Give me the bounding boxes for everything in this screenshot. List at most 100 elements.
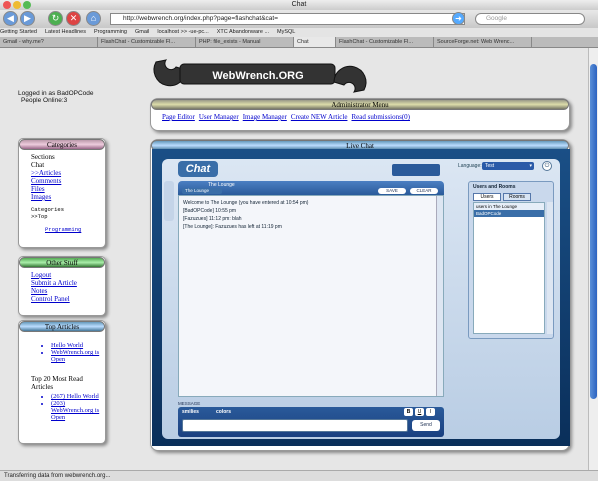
status-bar: Transferring data from webwrench.org... [0, 470, 598, 480]
browser-tab[interactable]: PHP: file_exists - Manual [196, 37, 294, 47]
bookmark-item[interactable]: localhost >> -ue-pc... [157, 29, 208, 35]
chevron-down-icon: ▾ [529, 163, 532, 169]
category-item[interactable]: Files [31, 185, 105, 193]
users-scrollbar[interactable] [547, 202, 553, 334]
browser-tab[interactable]: SourceForge.net: Web Wrenc... [434, 37, 532, 47]
window-titlebar: Chat [0, 0, 598, 10]
category-item[interactable]: Chat [31, 161, 105, 169]
status-text: Transferring data from webwrench.org... [4, 473, 111, 479]
status-display [392, 164, 440, 176]
tab-rooms[interactable]: Rooms [503, 193, 531, 201]
send-button[interactable]: Send [412, 420, 440, 431]
message-label: MESSAGE [178, 401, 201, 406]
browser-tab[interactable]: FlashChat - Customizable Fl... [336, 37, 434, 47]
logged-in-as: Logged in as BadOPCode [18, 90, 94, 97]
tab-bar: Gmail - why.me? FlashChat - Customizable … [0, 37, 598, 48]
room-select-value: The Lounge [185, 188, 210, 193]
save-button[interactable]: SAVE [378, 188, 406, 194]
sections-list: Chat >>Articles Comments Files Images [31, 161, 105, 201]
forward-button[interactable]: ▶ [20, 11, 35, 26]
user-item[interactable]: BadOPCode [474, 210, 544, 217]
admin-link[interactable]: Image Manager [243, 113, 287, 121]
browser-tab[interactable]: Gmail - why.me? [0, 37, 98, 47]
side-tab[interactable] [164, 181, 174, 221]
logo-text: WebWrench.ORG [212, 70, 303, 82]
other-stuff-link[interactable]: Logout [31, 271, 105, 279]
power-button[interactable]: ⏻ [542, 161, 552, 171]
tab-users[interactable]: Users [473, 193, 501, 201]
top20-label: Top 20 Most Read Articles [31, 375, 83, 391]
flashchat-panel: Chat Language: Test ▾ ⏻ The Lounge The Lo… [152, 149, 570, 446]
admin-link[interactable]: Create NEW Article [291, 113, 348, 121]
bookmark-item[interactable]: Programming [94, 29, 127, 35]
message-input-area: smilies colors B U I Send [178, 407, 444, 437]
other-stuff-list: Logout Submit a Article Notes Control Panel [19, 268, 105, 303]
minimize-window-button[interactable] [13, 1, 21, 9]
category-item[interactable]: Images [31, 193, 105, 201]
clear-button[interactable]: CLEAR [410, 188, 438, 194]
go-button[interactable]: ➜ [452, 12, 465, 25]
bookmark-item[interactable]: XTC Abandonware ... [217, 29, 269, 35]
stop-button[interactable]: ✕ [66, 11, 81, 26]
other-stuff-link[interactable]: Control Panel [31, 295, 105, 303]
back-button[interactable]: ◀ [3, 11, 18, 26]
message-log: Welcome to The Lounge (you have entered … [178, 195, 444, 397]
message-input[interactable] [182, 419, 408, 432]
bookmark-item[interactable]: Getting Started [0, 29, 37, 35]
users-list-header: users in The Lounge [474, 203, 544, 210]
language-value: Test [485, 163, 495, 169]
italic-button[interactable]: I [426, 408, 435, 416]
top-articles-list: Hello WorldWebWrench.org is Open [19, 332, 105, 363]
chat-message: [Fazuzues] 11:12 pm: blah [183, 216, 242, 222]
users-rooms-title: Users and Rooms [473, 184, 516, 190]
top-article-link[interactable]: Hello World [51, 342, 105, 349]
bookmark-item[interactable]: Gmail [135, 29, 149, 35]
close-window-button[interactable] [3, 1, 11, 9]
page-scrollbar-thumb[interactable] [590, 64, 597, 399]
page-scrollbar[interactable] [588, 48, 598, 470]
power-icon: ⏻ [544, 163, 550, 169]
home-button[interactable]: ⌂ [86, 11, 101, 26]
categories-top-label: >>Top [31, 213, 48, 220]
room-select[interactable]: The Lounge [182, 188, 222, 194]
flashchat-inner: Chat Language: Test ▾ ⏻ The Lounge The Lo… [162, 159, 560, 439]
top20-article-link[interactable]: (267) Hello World [51, 393, 105, 400]
smilies-button[interactable]: smilies [182, 409, 199, 415]
categories-title: Categories [19, 139, 105, 150]
message-scrollbar[interactable] [436, 196, 443, 396]
browser-tab[interactable]: Chat [294, 37, 336, 47]
colors-button[interactable]: colors [216, 409, 231, 415]
categories-box: Categories Sections Chat >>Articles Commen… [18, 138, 106, 248]
zoom-window-button[interactable] [23, 1, 31, 9]
admin-link[interactable]: User Manager [199, 113, 239, 121]
message-list: Welcome to The Lounge (you have entered … [179, 196, 443, 234]
reload-button[interactable]: ↻ [48, 11, 63, 26]
bold-button[interactable]: B [404, 408, 413, 416]
page-content: WebWrench.ORG Logged in as BadOPCode Peo… [0, 48, 588, 470]
other-stuff-box: Other Stuff Logout Submit a Article Notes C… [18, 256, 106, 316]
admin-link[interactable]: Page Editor [162, 113, 195, 121]
category-item[interactable]: Comments [31, 177, 105, 185]
home-icon: ⌂ [90, 13, 97, 23]
category-link-programming[interactable]: Programming [45, 226, 81, 233]
other-stuff-link[interactable]: Submit a Article [31, 279, 105, 287]
top20-article-link[interactable]: (203) WebWrench.org is Open [51, 400, 105, 421]
browser-tab[interactable]: FlashChat - Customizable Fl... [98, 37, 196, 47]
language-select[interactable]: Test ▾ [482, 162, 534, 170]
underline-button[interactable]: U [415, 408, 424, 416]
other-stuff-link[interactable]: Notes [31, 287, 105, 295]
url-field[interactable]: http://webwrench.org/index.php?page=flas… [110, 13, 465, 25]
bookmark-item[interactable]: Latest Headlines [45, 29, 86, 35]
users-rooms-panel: Users and Rooms Users Rooms users in The… [468, 181, 554, 339]
top20-list: (267) Hello World(203) WebWrench.org is … [19, 391, 105, 421]
search-placeholder: Google [486, 15, 507, 22]
top-articles-title: Top Articles [19, 321, 105, 332]
category-item[interactable]: >>Articles [31, 169, 105, 177]
top-article-link[interactable]: WebWrench.org is Open [51, 349, 105, 363]
bookmark-item[interactable]: MySQL [277, 29, 295, 35]
admin-link[interactable]: Read submissions(0) [351, 113, 410, 121]
search-field[interactable]: Google [475, 13, 585, 25]
url-text: http://webwrench.org/index.php?page=flas… [123, 15, 279, 22]
room-header: The Lounge The Lounge SAVE CLEAR [178, 181, 444, 195]
flashchat-logo: Chat [178, 161, 218, 177]
